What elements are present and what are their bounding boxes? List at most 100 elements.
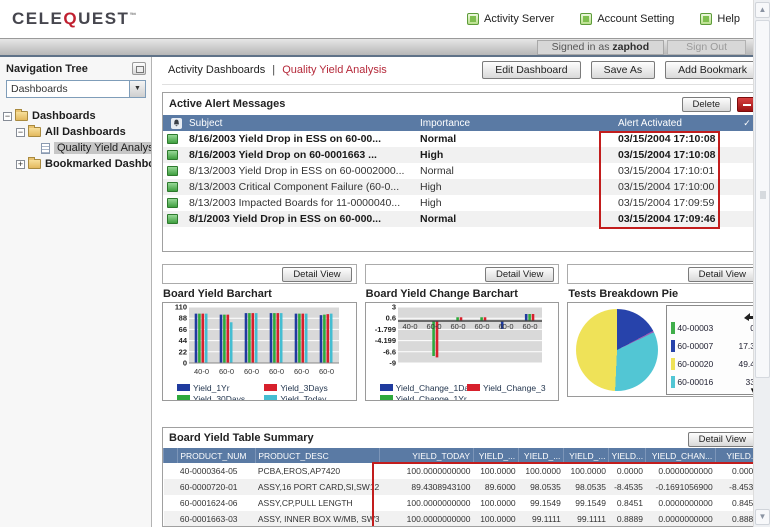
- legend-label: Yield_3Days: [280, 383, 327, 393]
- legend-swatch: [671, 322, 675, 334]
- save-as-button[interactable]: Save As: [591, 61, 656, 79]
- breadcrumb: Activity Dashboards | Quality Yield Anal…: [164, 64, 387, 76]
- delete-button[interactable]: Delete: [682, 97, 731, 112]
- summary-column-header[interactable]: YIELD_CHAN...: [646, 448, 716, 463]
- alert-row[interactable]: 8/16/2003 Yield Drop on 60-0001663 ...Hi…: [163, 147, 761, 163]
- tree-item-bookmarked-dashboards[interactable]: + Bookmarked Dashboards: [0, 156, 151, 172]
- board-yield-barchart-panel: Detail View Board Yield Barchart 110 88 66…: [162, 264, 357, 401]
- board-yield-barchart: 11088664422040-060-060-060-060-060-0: [165, 304, 343, 376]
- scroll-down-icon[interactable]: ▼: [755, 509, 770, 525]
- breadcrumb-bar: Activity Dashboards | Quality Yield Anal…: [162, 57, 762, 85]
- scrollbar-thumb[interactable]: [755, 20, 770, 378]
- summary-table-body: 40-0000364-05PCBA,EROS,AP7420100.0000000…: [164, 463, 762, 527]
- column-header-subject[interactable]: Subject: [185, 115, 416, 131]
- celequest-logo: CELEQUEST™: [12, 9, 136, 29]
- vertical-scrollbar[interactable]: ▲ ▼: [753, 0, 770, 527]
- svg-text:22: 22: [179, 347, 187, 356]
- activity-server-link[interactable]: Activity Server: [467, 13, 554, 25]
- column-header-importance[interactable]: Importance: [416, 115, 614, 131]
- panel-toggle-icon[interactable]: [132, 62, 146, 75]
- summary-column-header[interactable]: [164, 448, 178, 463]
- help-label: Help: [717, 13, 740, 25]
- svg-text:0.6: 0.6: [385, 314, 395, 323]
- account-setting-link[interactable]: Account Setting: [580, 13, 674, 25]
- legend-swatch: [264, 384, 277, 391]
- board-yield-barchart-title: Board Yield Barchart: [163, 288, 357, 300]
- legend-swatch: [671, 340, 675, 352]
- breadcrumb-separator: |: [272, 64, 275, 76]
- breadcrumb-path[interactable]: Activity Dashboards: [168, 64, 265, 76]
- summary-row[interactable]: 60-0001624-06ASSY,CP,PULL LENGTH100.0000…: [164, 495, 762, 511]
- svg-text:66: 66: [179, 325, 187, 334]
- page-icon: [41, 143, 50, 154]
- summary-column-header[interactable]: YIELD...: [609, 448, 646, 463]
- legend-swatch: [177, 395, 190, 401]
- dashboards-dropdown[interactable]: Dashboards ▼: [6, 80, 146, 98]
- summary-column-header[interactable]: YIELD_...: [474, 448, 519, 463]
- breadcrumb-current: Quality Yield Analysis: [282, 64, 387, 76]
- expand-icon[interactable]: +: [16, 160, 25, 169]
- tree-item-dashboards[interactable]: − Dashboards: [0, 108, 151, 124]
- board-yield-summary-panel: Board Yield Table Summary Detail View PR…: [162, 427, 762, 527]
- tree-item-all-dashboards[interactable]: −All Dashboards: [0, 124, 151, 140]
- content: Navigation Tree Dashboards ▼ −Dashboards…: [0, 57, 770, 527]
- summary-row[interactable]: 60-0000720-01ASSY,16 PORT CARD,SI,SW1200…: [164, 479, 762, 495]
- summary-row[interactable]: 40-0000364-05PCBA,EROS,AP7420100.0000000…: [164, 463, 762, 479]
- svg-text:60-0: 60-0: [498, 322, 513, 331]
- summary-column-header[interactable]: YIELD_TODAY: [379, 448, 473, 463]
- add-bookmark-button[interactable]: Add Bookmark: [665, 61, 760, 79]
- top-bar: CELEQUEST™ Activity Server Account Setti…: [0, 0, 770, 38]
- page: CELEQUEST™ Activity Server Account Setti…: [0, 0, 770, 527]
- svg-text:40-0: 40-0: [194, 367, 209, 376]
- sidebar: Navigation Tree Dashboards ▼ −Dashboards…: [0, 57, 152, 527]
- alert-table: Subject Importance Alert Activated ✓ 8/1…: [163, 115, 761, 227]
- svg-text:-4.199: -4.199: [374, 336, 395, 345]
- svg-text:-6.6: -6.6: [383, 347, 396, 356]
- tree-item-label: Dashboards: [32, 110, 96, 122]
- tree-item-quality-yield-analysis[interactable]: Quality Yield Analysis: [0, 140, 151, 156]
- svg-text:44: 44: [179, 336, 188, 345]
- help-link[interactable]: Help: [700, 13, 740, 25]
- scroll-up-icon[interactable]: ▲: [755, 2, 770, 18]
- alert-row[interactable]: 8/13/2003 Impacted Boards for 11-0000040…: [163, 195, 761, 211]
- tree-item-label: Bookmarked Dashboards: [45, 158, 151, 170]
- summary-column-header[interactable]: PRODUCT_NUM: [178, 448, 256, 463]
- board-yield-change-barchart-panel: Detail View Board Yield Change Barchart …: [365, 264, 560, 401]
- sign-out-button[interactable]: Sign Out: [667, 40, 746, 55]
- svg-text:88: 88: [179, 314, 187, 323]
- detail-view-button[interactable]: Detail View: [282, 267, 351, 282]
- summary-column-header[interactable]: PRODUCT_DESC: [256, 448, 379, 463]
- column-header-alert-activated[interactable]: Alert Activated: [614, 115, 733, 131]
- pie-legend-entry: 60-0002049.4: [671, 355, 755, 373]
- alert-message-icon: [167, 182, 178, 192]
- summary-row[interactable]: 60-0001663-03ASSY, INNER BOX W/MB, SW360…: [164, 511, 762, 527]
- alert-row[interactable]: 8/13/2003 Yield Drop in ESS on 60-000200…: [163, 163, 761, 179]
- active-alerts-panel: Active Alert Messages Delete Subject Imp…: [162, 92, 762, 252]
- svg-text:110: 110: [175, 304, 187, 312]
- alert-row[interactable]: 8/16/2003 Yield Drop in ESS on 60-00...N…: [163, 131, 761, 147]
- collapse-icon[interactable]: −: [3, 112, 12, 121]
- chevron-down-icon[interactable]: ▼: [129, 81, 145, 97]
- alert-message-icon: [167, 150, 178, 160]
- alert-message-icon: [167, 198, 178, 208]
- alert-row[interactable]: 8/1/2003 Yield Drop in ESS on 60-000...N…: [163, 211, 761, 227]
- help-icon: [700, 13, 712, 25]
- svg-text:40-0: 40-0: [402, 322, 417, 331]
- activity-server-label: Activity Server: [484, 13, 554, 25]
- alert-table-body: 8/16/2003 Yield Drop in ESS on 60-00...N…: [163, 131, 761, 227]
- summary-column-header[interactable]: YIELD_...: [519, 448, 564, 463]
- folder-icon: [15, 111, 28, 121]
- detail-view-button[interactable]: Detail View: [485, 267, 554, 282]
- detail-view-button[interactable]: Detail View: [688, 267, 757, 282]
- collapse-icon[interactable]: −: [16, 128, 25, 137]
- legend-label: Yield_Today: [280, 394, 326, 402]
- legend-label: Yield_Change_1Da: [396, 383, 467, 393]
- svg-text:60-0: 60-0: [219, 367, 234, 376]
- tests-breakdown-pie-title: Tests Breakdown Pie: [568, 288, 762, 300]
- detail-view-button[interactable]: Detail View: [688, 432, 757, 447]
- edit-dashboard-button[interactable]: Edit Dashboard: [482, 61, 580, 79]
- legend-label: 40-00003: [677, 323, 725, 333]
- summary-column-header[interactable]: YIELD_...: [564, 448, 609, 463]
- alert-row[interactable]: 8/13/2003 Critical Component Failure (60…: [163, 179, 761, 195]
- legend-label: 60-00016: [677, 377, 725, 387]
